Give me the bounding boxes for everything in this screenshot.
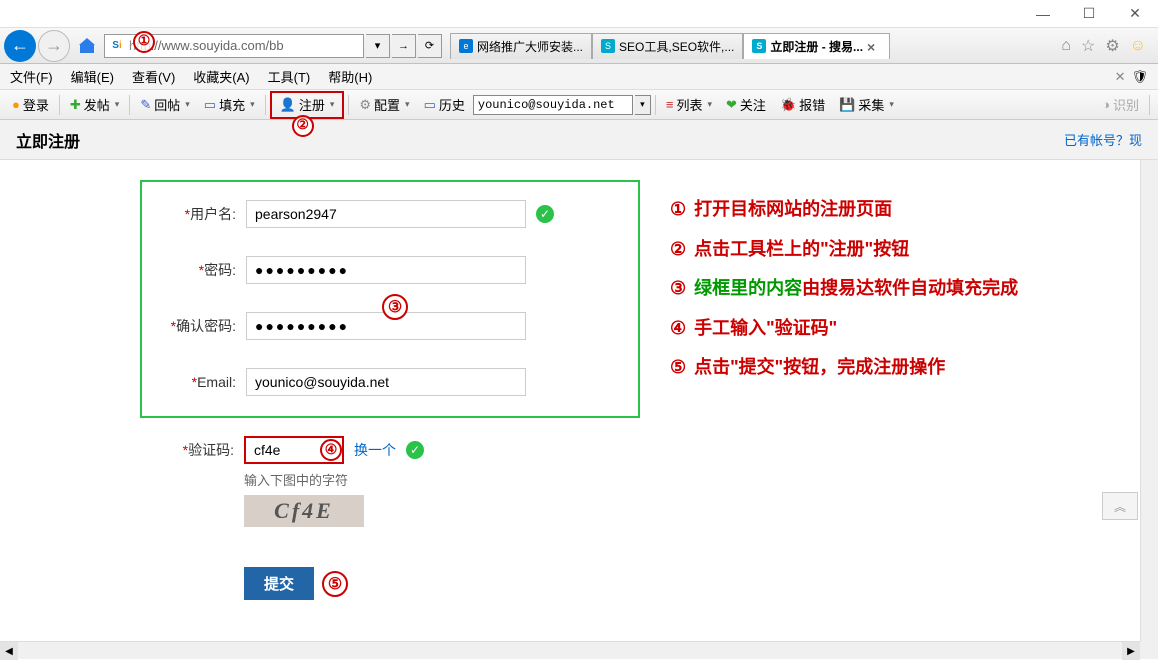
captcha-image[interactable]: Cf4E <box>244 495 364 527</box>
horizontal-scrollbar[interactable]: ◀ ▶ <box>0 641 1140 659</box>
star-icon[interactable]: ☆ <box>1081 36 1095 56</box>
settings-badge-icon[interactable]: 🛡 <box>1131 69 1148 85</box>
captcha-label: *验证码: <box>154 440 234 460</box>
ie-icon: e <box>459 39 473 53</box>
url-input[interactable] <box>136 38 359 53</box>
navbar-right: ⌂ ☆ ⚙ ☺ <box>1061 36 1154 56</box>
menu-help[interactable]: 帮助(H) <box>328 67 372 86</box>
scroll-to-top-button[interactable]: ︽ <box>1102 492 1138 520</box>
autofill-highlight-box: *用户名: ✓ *密码: ③ *确认密码: *Email: <box>140 180 640 418</box>
toolbar-email-input[interactable] <box>473 95 633 115</box>
tab-label: 立即注册 - 搜易... <box>770 38 863 55</box>
home-icon[interactable] <box>76 35 98 57</box>
window-maximize[interactable]: ☐ <box>1066 0 1112 28</box>
password-label: *密码: <box>156 260 236 280</box>
address-bar[interactable]: Si h ① <box>104 34 364 58</box>
tab-label: 网络推广大师安装... <box>477 38 583 55</box>
tab-1[interactable]: S SEO工具,SEO软件,... <box>592 33 743 59</box>
menu-bar: 文件(F) 编辑(E) 查看(V) 收藏夹(A) 工具(T) 帮助(H) ✕ 🛡 <box>0 64 1158 90</box>
browser-navbar: ← → Si h ① ▾ → ⟳ e 网络推广大师安装... S SEO工具,S… <box>0 28 1158 64</box>
close-icon[interactable]: ✕ <box>1115 69 1126 85</box>
nav-forward-button[interactable]: → <box>38 30 70 62</box>
tab-label: SEO工具,SEO软件,... <box>619 38 734 55</box>
site-icon: S <box>601 39 615 53</box>
menu-favorites[interactable]: 收藏夹(A) <box>193 67 249 86</box>
url-go-button[interactable]: → <box>392 34 416 58</box>
toolbar-fill[interactable]: ▭填充▾ <box>198 93 261 117</box>
toolbar-detect[interactable]: ◑识别 <box>1096 93 1145 117</box>
annotation-2: ② <box>292 115 314 137</box>
password-input[interactable] <box>246 256 526 284</box>
toolbar-list[interactable]: ≡列表▾ <box>660 93 718 117</box>
confirm-password-label: *确认密码: <box>156 316 236 336</box>
annotation-3: ③ <box>382 294 408 320</box>
page-title: 立即注册 <box>16 128 80 152</box>
menu-edit[interactable]: 编辑(E) <box>71 67 114 86</box>
window-close[interactable]: ✕ <box>1112 0 1158 28</box>
captcha-hint: 输入下图中的字符 <box>244 470 1158 489</box>
menu-file[interactable]: 文件(F) <box>10 67 53 86</box>
scroll-corner <box>1140 641 1158 659</box>
toolbar-email-dropdown[interactable]: ▾ <box>635 95 651 115</box>
url-dropdown[interactable]: ▾ <box>366 34 390 58</box>
gear-icon[interactable]: ⚙ <box>1105 36 1119 56</box>
toolbar-post[interactable]: ✚发帖▾ <box>64 93 125 117</box>
instruction-panel: ①打开目标网站的注册页面 ②点击工具栏上的"注册"按钮 ③绿框里的内容由搜易达软… <box>670 190 1018 388</box>
submit-button[interactable]: 提交 <box>244 567 314 600</box>
nav-back-button[interactable]: ← <box>4 30 36 62</box>
vertical-scrollbar[interactable] <box>1140 160 1158 641</box>
annotation-1: ① <box>133 31 155 53</box>
tab-0[interactable]: e 网络推广大师安装... <box>450 33 592 59</box>
username-input[interactable] <box>246 200 526 228</box>
page-header: 立即注册 已有帐号？现 <box>0 120 1158 160</box>
captcha-refresh-link[interactable]: 换一个 <box>354 440 396 460</box>
scroll-right-icon[interactable]: ▶ <box>1122 642 1140 660</box>
toolbar-register[interactable]: 👤注册▾ <box>274 93 341 117</box>
username-label: *用户名: <box>156 204 236 224</box>
window-titlebar: — ☐ ✕ <box>0 0 1158 28</box>
check-icon: ✓ <box>536 205 554 223</box>
annotation-4: ④ <box>320 439 342 461</box>
page-content: *用户名: ✓ *密码: ③ *确认密码: *Email: *验证码: ④ 换一… <box>0 160 1158 650</box>
browser-tabs: e 网络推广大师安装... S SEO工具,SEO软件,... S 立即注册 -… <box>450 33 1059 59</box>
email-input[interactable] <box>246 368 526 396</box>
tab-2[interactable]: S 立即注册 - 搜易... × <box>743 33 890 59</box>
has-account-link[interactable]: 已有帐号？现 <box>1064 130 1142 149</box>
annotation-5: ⑤ <box>322 571 348 597</box>
toolbar-history[interactable]: ▭历史 <box>418 93 471 117</box>
menu-view[interactable]: 查看(V) <box>132 67 175 86</box>
scroll-left-icon[interactable]: ◀ <box>0 642 18 660</box>
check-icon: ✓ <box>406 441 424 459</box>
tab-close-icon[interactable]: × <box>867 39 881 53</box>
toolbar-reply[interactable]: ✎回帖▾ <box>134 93 195 117</box>
url-refresh-button[interactable]: ⟳ <box>418 34 442 58</box>
toolbar-bug[interactable]: 🐞报错 <box>774 93 831 117</box>
email-label: *Email: <box>156 374 236 390</box>
toolbar-follow[interactable]: ❤关注 <box>720 93 772 117</box>
smiley-icon[interactable]: ☺ <box>1130 37 1146 55</box>
toolbar-config[interactable]: ⚙配置▾ <box>353 93 415 117</box>
menu-tools[interactable]: 工具(T) <box>268 67 311 86</box>
toolbar-collect[interactable]: 💾采集▾ <box>833 93 900 117</box>
site-icon: S <box>752 39 766 53</box>
home-icon[interactable]: ⌂ <box>1061 37 1071 55</box>
site-favicon: Si <box>109 38 125 54</box>
toolbar-login[interactable]: ●登录 <box>6 93 55 117</box>
app-toolbar: ●登录 ✚发帖▾ ✎回帖▾ ▭填充▾ 👤注册▾ ② ⚙配置▾ ▭历史 ▾ ≡列表… <box>0 90 1158 120</box>
window-minimize[interactable]: — <box>1020 0 1066 28</box>
